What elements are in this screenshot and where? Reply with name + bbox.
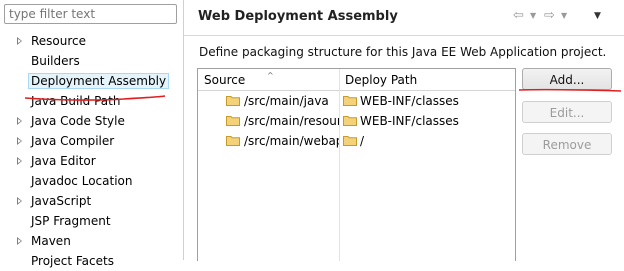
tree-item-label: JavaScript xyxy=(31,194,92,208)
tree-item-java-editor[interactable]: Java Editor xyxy=(0,151,183,171)
source-path: /src/main/resources xyxy=(244,114,339,128)
deploy-cell: WEB-INF/classes xyxy=(343,91,513,111)
filter-input[interactable] xyxy=(4,4,177,24)
view-menu-icon[interactable]: ▼ xyxy=(594,8,601,24)
sort-ascending-icon: ^ xyxy=(267,71,274,80)
expand-arrow-icon[interactable] xyxy=(17,157,22,165)
folder-icon xyxy=(226,96,240,106)
table-row[interactable]: /src/main/java WEB-INF/classes xyxy=(198,91,515,111)
header-separator xyxy=(184,35,624,36)
chevron-down-icon[interactable]: ▼ xyxy=(561,8,567,24)
tree-item-resource[interactable]: Resource xyxy=(0,31,183,51)
property-page-tree: Resource Builders Deployment Assembly Ja… xyxy=(0,31,183,271)
deployment-assembly-table[interactable]: Source ^ Deploy Path /src/main/java WEB-… xyxy=(197,68,516,261)
deploy-path: WEB-INF/classes xyxy=(360,94,459,108)
folder-icon xyxy=(226,116,240,126)
page-header: Web Deployment Assembly ⇦ ▼ ⇨ ▼ ▼ xyxy=(184,0,624,34)
deploy-cell: WEB-INF/classes xyxy=(343,111,513,131)
tree-item-label: Java Editor xyxy=(31,154,96,168)
expand-arrow-icon[interactable] xyxy=(17,137,22,145)
expand-arrow-icon[interactable] xyxy=(17,117,22,125)
tree-item-deployment-assembly[interactable]: Deployment Assembly xyxy=(0,71,183,91)
tree-item-maven[interactable]: Maven xyxy=(0,231,183,251)
forward-arrow-icon[interactable]: ⇨ xyxy=(544,8,555,24)
source-cell: /src/main/webapp xyxy=(226,131,339,151)
folder-icon xyxy=(343,136,357,146)
deploy-path: / xyxy=(360,134,365,148)
folder-icon xyxy=(343,116,357,126)
table-header: Source ^ Deploy Path xyxy=(198,69,515,91)
tree-item-javadoc-location[interactable]: Javadoc Location xyxy=(0,171,183,191)
tree-item-label: Java Compiler xyxy=(31,134,115,148)
remove-button[interactable]: Remove xyxy=(522,133,612,155)
pane-divider xyxy=(183,0,184,260)
tree-item-builders[interactable]: Builders xyxy=(0,51,183,71)
tree-item-java-code-style[interactable]: Java Code Style xyxy=(0,111,183,131)
deploy-cell: / xyxy=(343,131,513,151)
navigation-pane: Resource Builders Deployment Assembly Ja… xyxy=(0,0,183,268)
tree-item-label: Builders xyxy=(31,54,80,68)
expand-arrow-icon[interactable] xyxy=(17,237,22,245)
tree-item-javascript[interactable]: JavaScript xyxy=(0,191,183,211)
deploy-path: WEB-INF/classes xyxy=(360,114,459,128)
tree-item-jsp-fragment[interactable]: JSP Fragment xyxy=(0,211,183,231)
column-header-deploy-path[interactable]: Deploy Path xyxy=(339,69,515,90)
folder-icon xyxy=(226,136,240,146)
tree-item-label: Resource xyxy=(31,34,87,48)
expand-arrow-icon[interactable] xyxy=(17,37,22,45)
annotation-underline xyxy=(24,95,166,101)
edit-button[interactable]: Edit... xyxy=(522,101,612,123)
tree-item-label: Javadoc Location xyxy=(31,174,133,188)
table-row[interactable]: /src/main/webapp / xyxy=(198,131,515,151)
tree-item-label: Project Facets xyxy=(31,254,114,268)
page-title: Web Deployment Assembly xyxy=(198,9,398,24)
source-path: /src/main/webapp xyxy=(244,134,339,148)
tree-item-label: Deployment Assembly xyxy=(28,73,170,89)
tree-item-java-compiler[interactable]: Java Compiler xyxy=(0,131,183,151)
annotation-underline xyxy=(518,88,622,92)
expand-arrow-icon[interactable] xyxy=(17,197,22,205)
source-path: /src/main/java xyxy=(244,94,329,108)
tree-item-label: JSP Fragment xyxy=(31,214,111,228)
chevron-down-icon[interactable]: ▼ xyxy=(530,8,536,24)
folder-icon xyxy=(343,96,357,106)
tree-item-label: Java Code Style xyxy=(31,114,125,128)
tree-item-project-facets[interactable]: Project Facets xyxy=(0,251,183,271)
source-cell: /src/main/resources xyxy=(226,111,339,131)
source-cell: /src/main/java xyxy=(226,91,339,111)
table-row[interactable]: /src/main/resources WEB-INF/classes xyxy=(198,111,515,131)
tree-item-label: Maven xyxy=(31,234,71,248)
back-arrow-icon[interactable]: ⇦ xyxy=(513,8,524,24)
page-description: Define packaging structure for this Java… xyxy=(199,45,607,59)
